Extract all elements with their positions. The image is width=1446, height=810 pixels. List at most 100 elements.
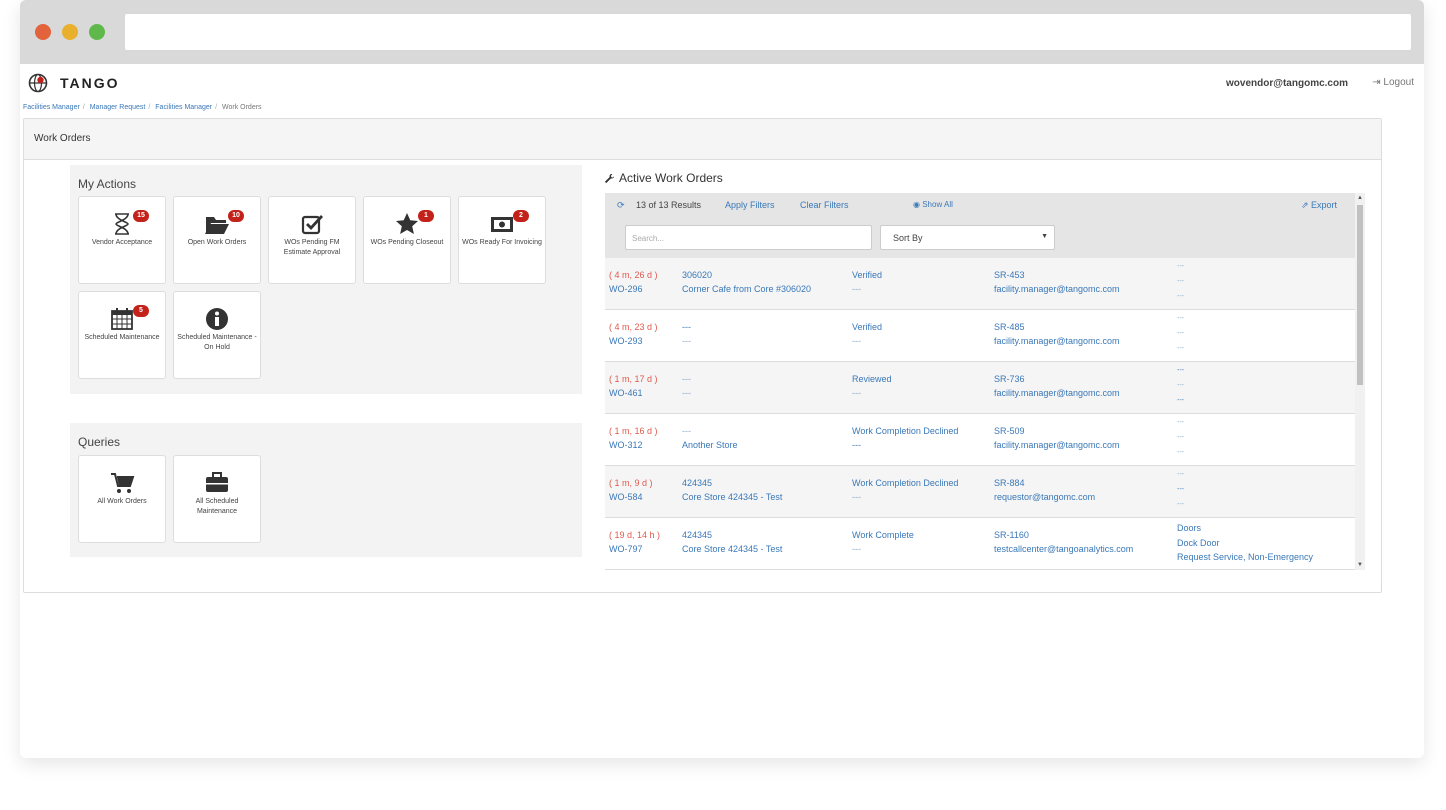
store-code: ---: [682, 374, 691, 384]
wo-age: ( 19 d, 14 h ): [609, 530, 661, 540]
show-all-link[interactable]: ◉ Show All: [913, 200, 953, 209]
store-code: ---: [682, 322, 691, 332]
address-bar[interactable]: [125, 14, 1411, 50]
scroll-up-icon[interactable]: ▲: [1357, 195, 1363, 201]
sort-by-label: Sort By: [893, 233, 923, 243]
export-link[interactable]: ⇗ Export: [1301, 200, 1337, 211]
user-email[interactable]: wovendor@tangomc.com: [1226, 78, 1348, 89]
grid-scrollbar[interactable]: ▲ ▼: [1355, 193, 1365, 570]
wo-age: ( 1 m, 17 d ): [609, 374, 658, 384]
queries-title: Queries: [78, 435, 121, 449]
work-orders-grid: ⟳ 13 of 13 Results Apply Filters Clear F…: [605, 193, 1355, 570]
scrollbar-thumb[interactable]: [1357, 205, 1363, 385]
brand-name: TANGO: [60, 75, 120, 91]
info-icon: [206, 308, 228, 330]
tile-open-work-orders[interactable]: 10 Open Work Orders: [173, 196, 261, 284]
tile-label: Open Work Orders: [187, 239, 247, 246]
grid-toolbar: ⟳ 13 of 13 Results Apply Filters Clear F…: [605, 193, 1355, 258]
show-all-label: Show All: [922, 200, 953, 209]
wo-number[interactable]: WO-293: [609, 336, 643, 346]
wo-number[interactable]: WO-797: [609, 544, 643, 554]
store-code: 424345: [682, 478, 713, 488]
table-row[interactable]: ( 19 d, 14 h ) WO-797 424345 Core Store …: [605, 518, 1355, 570]
apply-filters-link[interactable]: Apply Filters: [725, 200, 775, 210]
logout-link[interactable]: ⇥ Logout: [1372, 77, 1414, 88]
extra-line: Doors: [1177, 523, 1202, 533]
store-name: Core Store 424345 - Test: [682, 492, 783, 502]
tile-label: Scheduled Maintenance - On Hold: [177, 334, 257, 351]
sort-by-select[interactable]: Sort By ▼: [880, 225, 1055, 250]
breadcrumb-item[interactable]: Manager Request: [90, 104, 146, 111]
tile-vendor-acceptance[interactable]: 15 Vendor Acceptance: [78, 196, 166, 284]
store-code: 424345: [682, 530, 713, 540]
tile-label: All Work Orders: [97, 498, 147, 505]
wo-substatus: ---: [852, 284, 861, 294]
table-row[interactable]: ( 1 m, 17 d ) WO-461 --- --- Reviewed --…: [605, 362, 1355, 414]
tile-all-scheduled-maintenance[interactable]: All Scheduled Maintenance: [173, 455, 261, 543]
tile-scheduled-maintenance[interactable]: 5 Scheduled Maintenance: [78, 291, 166, 379]
refresh-icon[interactable]: ⟳: [617, 200, 625, 211]
store-name: ---: [682, 388, 691, 398]
store-name: Core Store 424345 - Test: [682, 544, 783, 554]
tile-ready-for-invoicing[interactable]: 2 WOs Ready For Invoicing: [458, 196, 546, 284]
badge-count: 15: [133, 210, 149, 222]
tile-pending-fm-estimate[interactable]: WOs Pending FM Estimate Approval: [268, 196, 356, 284]
hourglass-icon: [115, 213, 129, 235]
extra-line: ---: [1177, 486, 1184, 493]
wo-age: ( 4 m, 23 d ): [609, 322, 658, 332]
table-row[interactable]: ( 4 m, 23 d ) WO-293 --- --- Verified --…: [605, 310, 1355, 362]
extra-line: ---: [1177, 345, 1184, 352]
extra-line: ---: [1177, 419, 1184, 426]
wo-status: Reviewed: [852, 374, 892, 384]
wo-number[interactable]: WO-296: [609, 284, 643, 294]
store-name: Corner Cafe from Core #306020: [682, 284, 812, 294]
active-work-orders-title: Active Work Orders: [619, 171, 723, 185]
store-code: ---: [682, 426, 691, 436]
wo-substatus: ---: [852, 492, 861, 502]
wo-number[interactable]: WO-584: [609, 492, 643, 502]
export-label: Export: [1311, 200, 1338, 210]
queries-box: Queries All Work Orders All Scheduled Ma…: [70, 423, 582, 557]
tile-label: All Scheduled Maintenance: [195, 498, 239, 515]
requestor-email: facility.manager@tangomc.com: [994, 336, 1120, 346]
badge-count: 10: [228, 210, 244, 222]
browser-chrome: [20, 0, 1424, 64]
wo-status: Verified: [852, 322, 883, 332]
brand-logo[interactable]: TANGO: [28, 73, 120, 93]
badge-count: 1: [418, 210, 434, 222]
wo-status: Work Completion Declined: [852, 478, 959, 488]
wo-number[interactable]: WO-312: [609, 440, 643, 450]
table-row[interactable]: ( 1 m, 9 d ) WO-584 424345 Core Store 42…: [605, 466, 1355, 518]
sr-number[interactable]: SR-453: [994, 270, 1025, 280]
badge-count: 2: [513, 210, 529, 222]
breadcrumb: Facilities Manager / Manager Request / Fac…: [23, 104, 262, 111]
extra-line: ---: [1177, 397, 1184, 404]
sr-number[interactable]: SR-509: [994, 426, 1025, 436]
maximize-window-button[interactable]: [89, 24, 105, 40]
extra-line: ---: [1177, 293, 1184, 300]
sr-number[interactable]: SR-736: [994, 374, 1025, 384]
sr-number[interactable]: SR-1160: [994, 530, 1029, 540]
breadcrumb-item[interactable]: Facilities Manager: [155, 104, 212, 111]
extra-line: ---: [1177, 471, 1184, 478]
my-actions-title: My Actions: [78, 177, 137, 191]
sr-number[interactable]: SR-884: [994, 478, 1025, 488]
scroll-down-icon[interactable]: ▼: [1357, 562, 1363, 568]
store-name: ---: [682, 336, 691, 346]
search-input[interactable]: Search...: [625, 225, 872, 250]
table-row[interactable]: ( 1 m, 16 d ) WO-312 --- Another Store W…: [605, 414, 1355, 466]
close-window-button[interactable]: [35, 24, 51, 40]
tile-scheduled-maintenance-on-hold[interactable]: Scheduled Maintenance - On Hold: [173, 291, 261, 379]
globe-logo-icon: [28, 73, 48, 93]
tile-pending-closeout[interactable]: 1 WOs Pending Closeout: [363, 196, 451, 284]
extra-line: ---: [1177, 367, 1184, 374]
extra-line: ---: [1177, 382, 1184, 389]
top-navbar: TANGO wovendor@tangomc.com ⇥ Logout: [20, 64, 1424, 102]
sr-number[interactable]: SR-485: [994, 322, 1025, 332]
clear-filters-link[interactable]: Clear Filters: [800, 200, 849, 210]
minimize-window-button[interactable]: [62, 24, 78, 40]
wo-number[interactable]: WO-461: [609, 388, 643, 398]
breadcrumb-item[interactable]: Facilities Manager: [23, 104, 80, 111]
tile-all-work-orders[interactable]: All Work Orders: [78, 455, 166, 543]
table-row[interactable]: ( 4 m, 26 d ) WO-296 306020 Corner Cafe …: [605, 258, 1355, 310]
